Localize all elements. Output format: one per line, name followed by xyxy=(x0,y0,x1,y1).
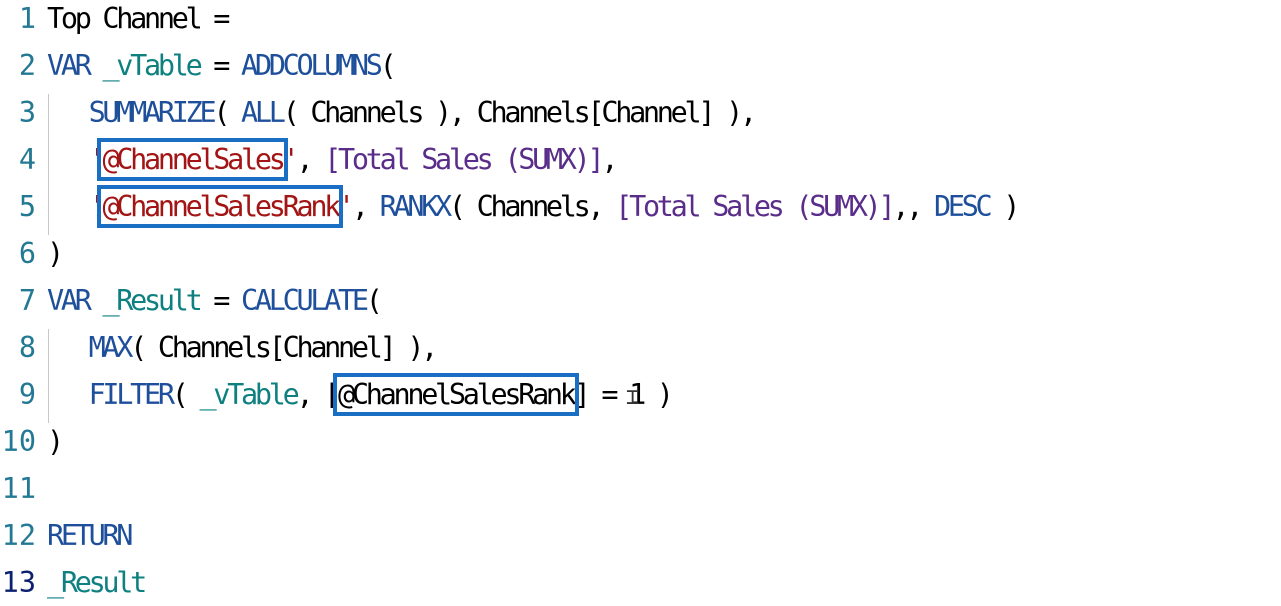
code-line[interactable]: 1 Top Channel = xyxy=(0,0,1281,42)
code-line[interactable]: 6) xyxy=(0,230,1281,277)
line-code: VAR _vTable = ADDCOLUMNS( xyxy=(47,42,397,89)
code-token: ALL xyxy=(241,96,286,129)
line-code: ) xyxy=(47,230,64,277)
code-token: , [ xyxy=(296,378,341,411)
code-token: _Result xyxy=(102,284,202,317)
code-line[interactable]: 5 '@ChannelSalesRank', RANKX( Channels, … xyxy=(0,183,1281,230)
line-number: 12 xyxy=(1,519,36,552)
code-line[interactable]: 7 VAR _Result = CALCULATE( xyxy=(0,277,1281,324)
code-token: , xyxy=(601,143,618,176)
code-line[interactable]: 3 SUMMARIZE( ALL( Channels ), Channels[C… xyxy=(0,89,1281,136)
code-token: ( Channels ), Channels[Channel] ), xyxy=(282,96,758,129)
line-number: 4 xyxy=(18,143,36,176)
line-number: 8 xyxy=(18,331,36,364)
code-line[interactable]: 4 '@ChannelSales', [Total Sales (SUMX)], xyxy=(0,136,1281,183)
text-cursor-icon: ⌶ xyxy=(626,385,640,410)
line-number: 10 xyxy=(1,425,36,458)
code-token: RANKX xyxy=(379,190,453,223)
code-token: = xyxy=(199,49,242,82)
line-code: VAR _Result = CALCULATE( xyxy=(47,277,383,324)
line-code: SUMMARIZE( ALL( Channels ), Channels[Cha… xyxy=(47,89,758,136)
code-token: ) xyxy=(47,237,64,270)
code-token: ) xyxy=(47,425,64,458)
code-token: FILTER xyxy=(88,378,175,411)
line-number: 2 xyxy=(18,49,36,82)
code-token: ( xyxy=(171,378,200,411)
code-token: _vTable xyxy=(102,49,202,82)
code-token: ] = 1 ) xyxy=(573,378,674,411)
code-line[interactable]: 9 FILTER( _vTable, [@ChannelSalesRank] =… xyxy=(0,371,1281,418)
line-number: 1 xyxy=(18,2,36,35)
code-token: ' xyxy=(282,143,300,176)
code-token: ,, xyxy=(892,190,934,223)
highlighted-token: @ChannelSalesRank xyxy=(97,185,344,228)
line-code: FILTER( _vTable, [@ChannelSalesRank] = 1… xyxy=(47,371,674,418)
code-token: DESC xyxy=(933,190,993,223)
code-token: ( xyxy=(213,96,242,129)
code-token: SUMMARIZE xyxy=(88,96,217,129)
highlighted-token: @ChannelSales xyxy=(97,138,288,181)
line-number: 6 xyxy=(18,237,36,270)
line-code: '@ChannelSales', [Total Sales (SUMX)], xyxy=(47,136,618,183)
code-token: VAR xyxy=(47,284,92,317)
code-token: ( xyxy=(365,284,383,317)
code-line[interactable]: 12 RETURN xyxy=(0,512,1281,559)
line-number: 3 xyxy=(18,96,36,129)
line-number: 11 xyxy=(1,472,36,505)
code-token: _vTable xyxy=(199,378,299,411)
line-code: '@ChannelSalesRank', RANKX( Channels, [T… xyxy=(47,183,1020,230)
code-token: [Total Sales (SUMX)] xyxy=(615,190,895,223)
line-code: _Result xyxy=(47,559,147,606)
line-code: Top Channel = xyxy=(47,0,230,42)
highlighted-token: @ChannelSalesRank xyxy=(333,373,579,416)
code-line[interactable]: 13 _Result xyxy=(0,559,1281,606)
code-token: , xyxy=(296,143,325,176)
code-token: ADDCOLUMNS xyxy=(241,49,383,82)
code-token: RETURN xyxy=(47,519,133,552)
line-code: ) xyxy=(47,418,64,465)
code-token: ( Channels, xyxy=(448,190,616,223)
code-editor[interactable]: 1 Top Channel = 2 VAR _vTable = ADDCOLUMNS(… xyxy=(0,0,1281,605)
code-token: [Total Sales (SUMX)] xyxy=(324,143,604,176)
line-number: 5 xyxy=(18,190,36,223)
code-token: Top Channel = xyxy=(47,2,230,35)
code-line[interactable]: 10) xyxy=(0,418,1281,465)
code-token: _Result xyxy=(47,566,147,599)
code-token: VAR xyxy=(47,49,92,82)
line-number: 13 xyxy=(1,566,36,599)
code-token: ' xyxy=(88,143,106,176)
code-line[interactable]: 8 MAX( Channels[Channel] ), xyxy=(0,324,1281,371)
code-token: ( xyxy=(379,49,397,82)
code-token: ( Channels[Channel] ), xyxy=(130,331,438,364)
code-token: MAX xyxy=(88,331,134,364)
line-code: RETURN xyxy=(47,512,133,559)
line-number: 7 xyxy=(18,284,36,317)
code-token: , xyxy=(351,190,380,223)
code-line[interactable]: 2 VAR _vTable = ADDCOLUMNS( xyxy=(0,42,1281,89)
code-token: ' xyxy=(88,190,106,223)
code-line[interactable]: 11 xyxy=(0,465,1281,512)
line-number: 9 xyxy=(18,378,36,411)
code-token: ' xyxy=(338,190,355,223)
code-token: CALCULATE xyxy=(241,284,369,317)
line-code: MAX( Channels[Channel] ), xyxy=(47,324,439,371)
code-token: = xyxy=(199,284,242,317)
code-token: ) xyxy=(989,190,1020,223)
